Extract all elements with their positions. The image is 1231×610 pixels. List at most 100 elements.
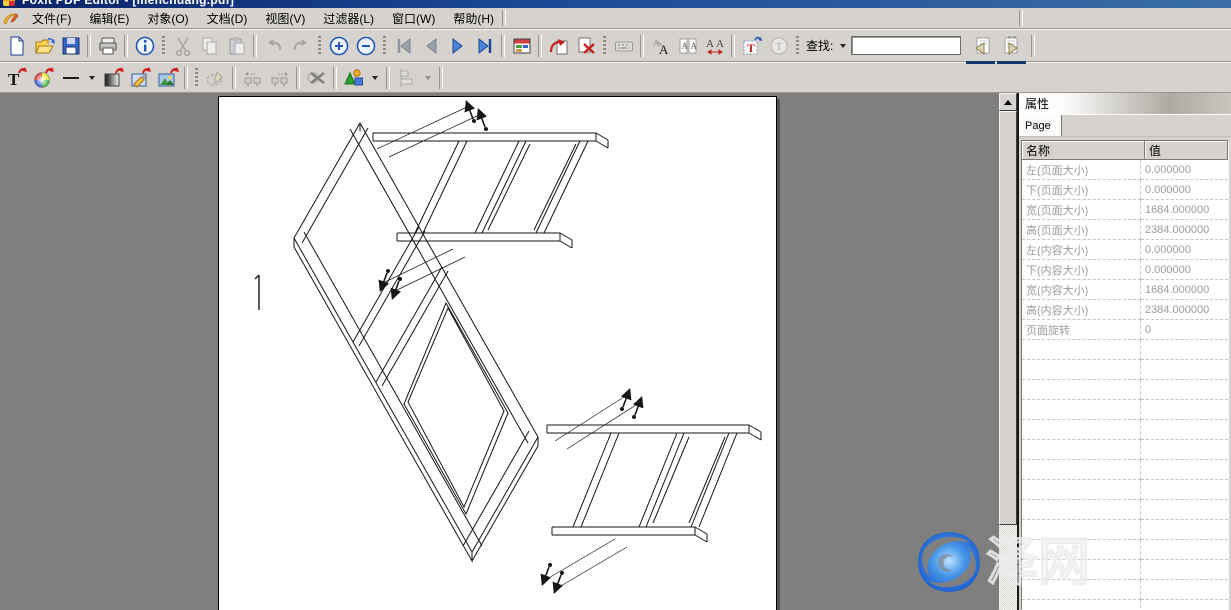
menu-edit[interactable]: 编辑(E) [80, 8, 138, 29]
toolbar-drag-handle[interactable] [162, 36, 165, 56]
table-row[interactable]: 宽(页面大小)1684.000000 [1022, 200, 1228, 220]
toolbar-separator [232, 67, 236, 89]
save-button[interactable] [57, 33, 84, 59]
edit-text-button[interactable]: T [738, 33, 765, 59]
table-row[interactable]: 高(页面大小)2384.000000 [1022, 220, 1228, 240]
toolbar-drag-handle[interactable] [318, 36, 321, 56]
add-image-button[interactable] [154, 65, 181, 91]
tab-page[interactable]: Page [1019, 115, 1062, 136]
new-button[interactable] [3, 33, 30, 59]
toolbar-drag-handle[interactable] [383, 36, 386, 56]
insert-page-button[interactable] [545, 33, 572, 59]
find-next-button[interactable] [998, 33, 1025, 59]
rotate-ccw-button[interactable] [239, 65, 266, 91]
table-empty-row [1022, 480, 1228, 500]
zoom-in-button[interactable] [325, 33, 352, 59]
table-row[interactable]: 高(内容大小)2384.000000 [1022, 300, 1228, 320]
font-replace-button[interactable]: AA [647, 33, 674, 59]
add-image-icon [156, 66, 180, 90]
document-workspace[interactable] [0, 93, 999, 610]
page-layout-button[interactable] [508, 33, 535, 59]
paste-button[interactable] [223, 33, 250, 59]
line-style-dropdown[interactable] [89, 76, 95, 80]
toolbar-drag-handle[interactable] [195, 68, 198, 88]
next-page-button[interactable] [444, 33, 471, 59]
properties-table: 名称 值 左(页面大小)0.000000 下(页面大小)0.000000 宽(页… [1021, 140, 1229, 610]
menu-view[interactable]: 视图(V) [256, 8, 314, 29]
toolbar-separator [538, 35, 542, 57]
delete-object-button[interactable] [303, 65, 330, 91]
line-style-button[interactable] [57, 65, 84, 91]
table-row[interactable]: 左(页面大小)0.000000 [1022, 160, 1228, 180]
column-header-name[interactable]: 名称 [1022, 141, 1145, 160]
edit-image-button[interactable] [127, 65, 154, 91]
last-page-button[interactable] [471, 33, 498, 59]
menu-window[interactable]: 窗口(W) [383, 8, 444, 29]
zoom-out-button[interactable] [352, 33, 379, 59]
undo-button[interactable] [260, 33, 287, 59]
next-page-icon [447, 35, 469, 57]
find-history-dropdown[interactable] [840, 44, 846, 48]
main-toolbar: AA AA AA T T 查找: [0, 29, 1231, 62]
redo-button[interactable] [287, 33, 314, 59]
open-button[interactable] [30, 33, 57, 59]
shapes-dropdown[interactable] [372, 76, 378, 80]
property-value[interactable]: 0 [1141, 320, 1228, 340]
cut-button[interactable] [169, 33, 196, 59]
svg-text:T: T [775, 41, 782, 53]
menu-object[interactable]: 对象(O) [138, 8, 197, 29]
scroll-up-button[interactable] [999, 93, 1017, 111]
add-text-button[interactable]: T [3, 65, 30, 91]
edit-object-button[interactable] [202, 65, 229, 91]
properties-panel-title: 属性 [1019, 93, 1231, 115]
font-spacing-button[interactable]: AA [701, 33, 728, 59]
property-value[interactable]: 1684.000000 [1141, 280, 1228, 300]
table-row[interactable]: 下(内容大小)0.000000 [1022, 260, 1228, 280]
toolbar-drag-handle[interactable] [603, 36, 606, 56]
property-value[interactable]: 0.000000 [1141, 180, 1228, 200]
table-row[interactable]: 页面旋转0 [1022, 320, 1228, 340]
object-toolbar: T [0, 62, 1231, 93]
property-value[interactable]: 2384.000000 [1141, 300, 1228, 320]
property-value[interactable]: 1684.000000 [1141, 200, 1228, 220]
first-page-button[interactable] [390, 33, 417, 59]
table-empty-row [1022, 500, 1228, 520]
table-row[interactable]: 下(页面大小)0.000000 [1022, 180, 1228, 200]
vertical-scrollbar[interactable] [999, 93, 1017, 610]
info-button[interactable] [131, 33, 158, 59]
add-color-button[interactable] [30, 65, 57, 91]
keyboard-button[interactable] [610, 33, 637, 59]
menu-help[interactable]: 帮助(H) [444, 8, 503, 29]
print-button[interactable] [94, 33, 121, 59]
property-value[interactable]: 2384.000000 [1141, 220, 1228, 240]
table-empty-row [1022, 580, 1228, 600]
menu-document[interactable]: 文档(D) [198, 8, 257, 29]
scrollbar-thumb[interactable] [999, 111, 1017, 525]
rotate-cw-button[interactable] [266, 65, 293, 91]
align-dropdown[interactable] [425, 76, 431, 80]
add-gradient-button[interactable] [100, 65, 127, 91]
column-header-value[interactable]: 值 [1145, 141, 1228, 160]
shapes-button[interactable] [340, 65, 367, 91]
toolbar-drag-handle[interactable] [796, 36, 799, 56]
align-button[interactable] [393, 65, 420, 91]
property-value[interactable]: 0.000000 [1141, 160, 1228, 180]
copy-button[interactable] [196, 33, 223, 59]
delete-page-button[interactable] [572, 33, 599, 59]
property-value[interactable]: 0.000000 [1141, 240, 1228, 260]
menu-file[interactable]: 文件(F) [23, 8, 80, 29]
property-name: 高(内容大小) [1022, 300, 1141, 320]
text-circle-button[interactable]: T [765, 33, 792, 59]
table-row[interactable]: 左(内容大小)0.000000 [1022, 240, 1228, 260]
font-compare-button[interactable]: AA [674, 33, 701, 59]
menu-filter[interactable]: 过滤器(L) [314, 8, 383, 29]
scrollbar-track[interactable] [999, 525, 1017, 610]
find-input[interactable] [851, 36, 961, 55]
property-name: 页面旋转 [1022, 320, 1141, 340]
prev-page-button[interactable] [417, 33, 444, 59]
window-title: Foxit PDF Editor - [menchuang.pdf] [22, 0, 234, 7]
table-row[interactable]: 宽(内容大小)1684.000000 [1022, 280, 1228, 300]
pdf-page-canvas[interactable] [218, 96, 777, 610]
find-previous-button[interactable] [967, 33, 994, 59]
property-value[interactable]: 0.000000 [1141, 260, 1228, 280]
